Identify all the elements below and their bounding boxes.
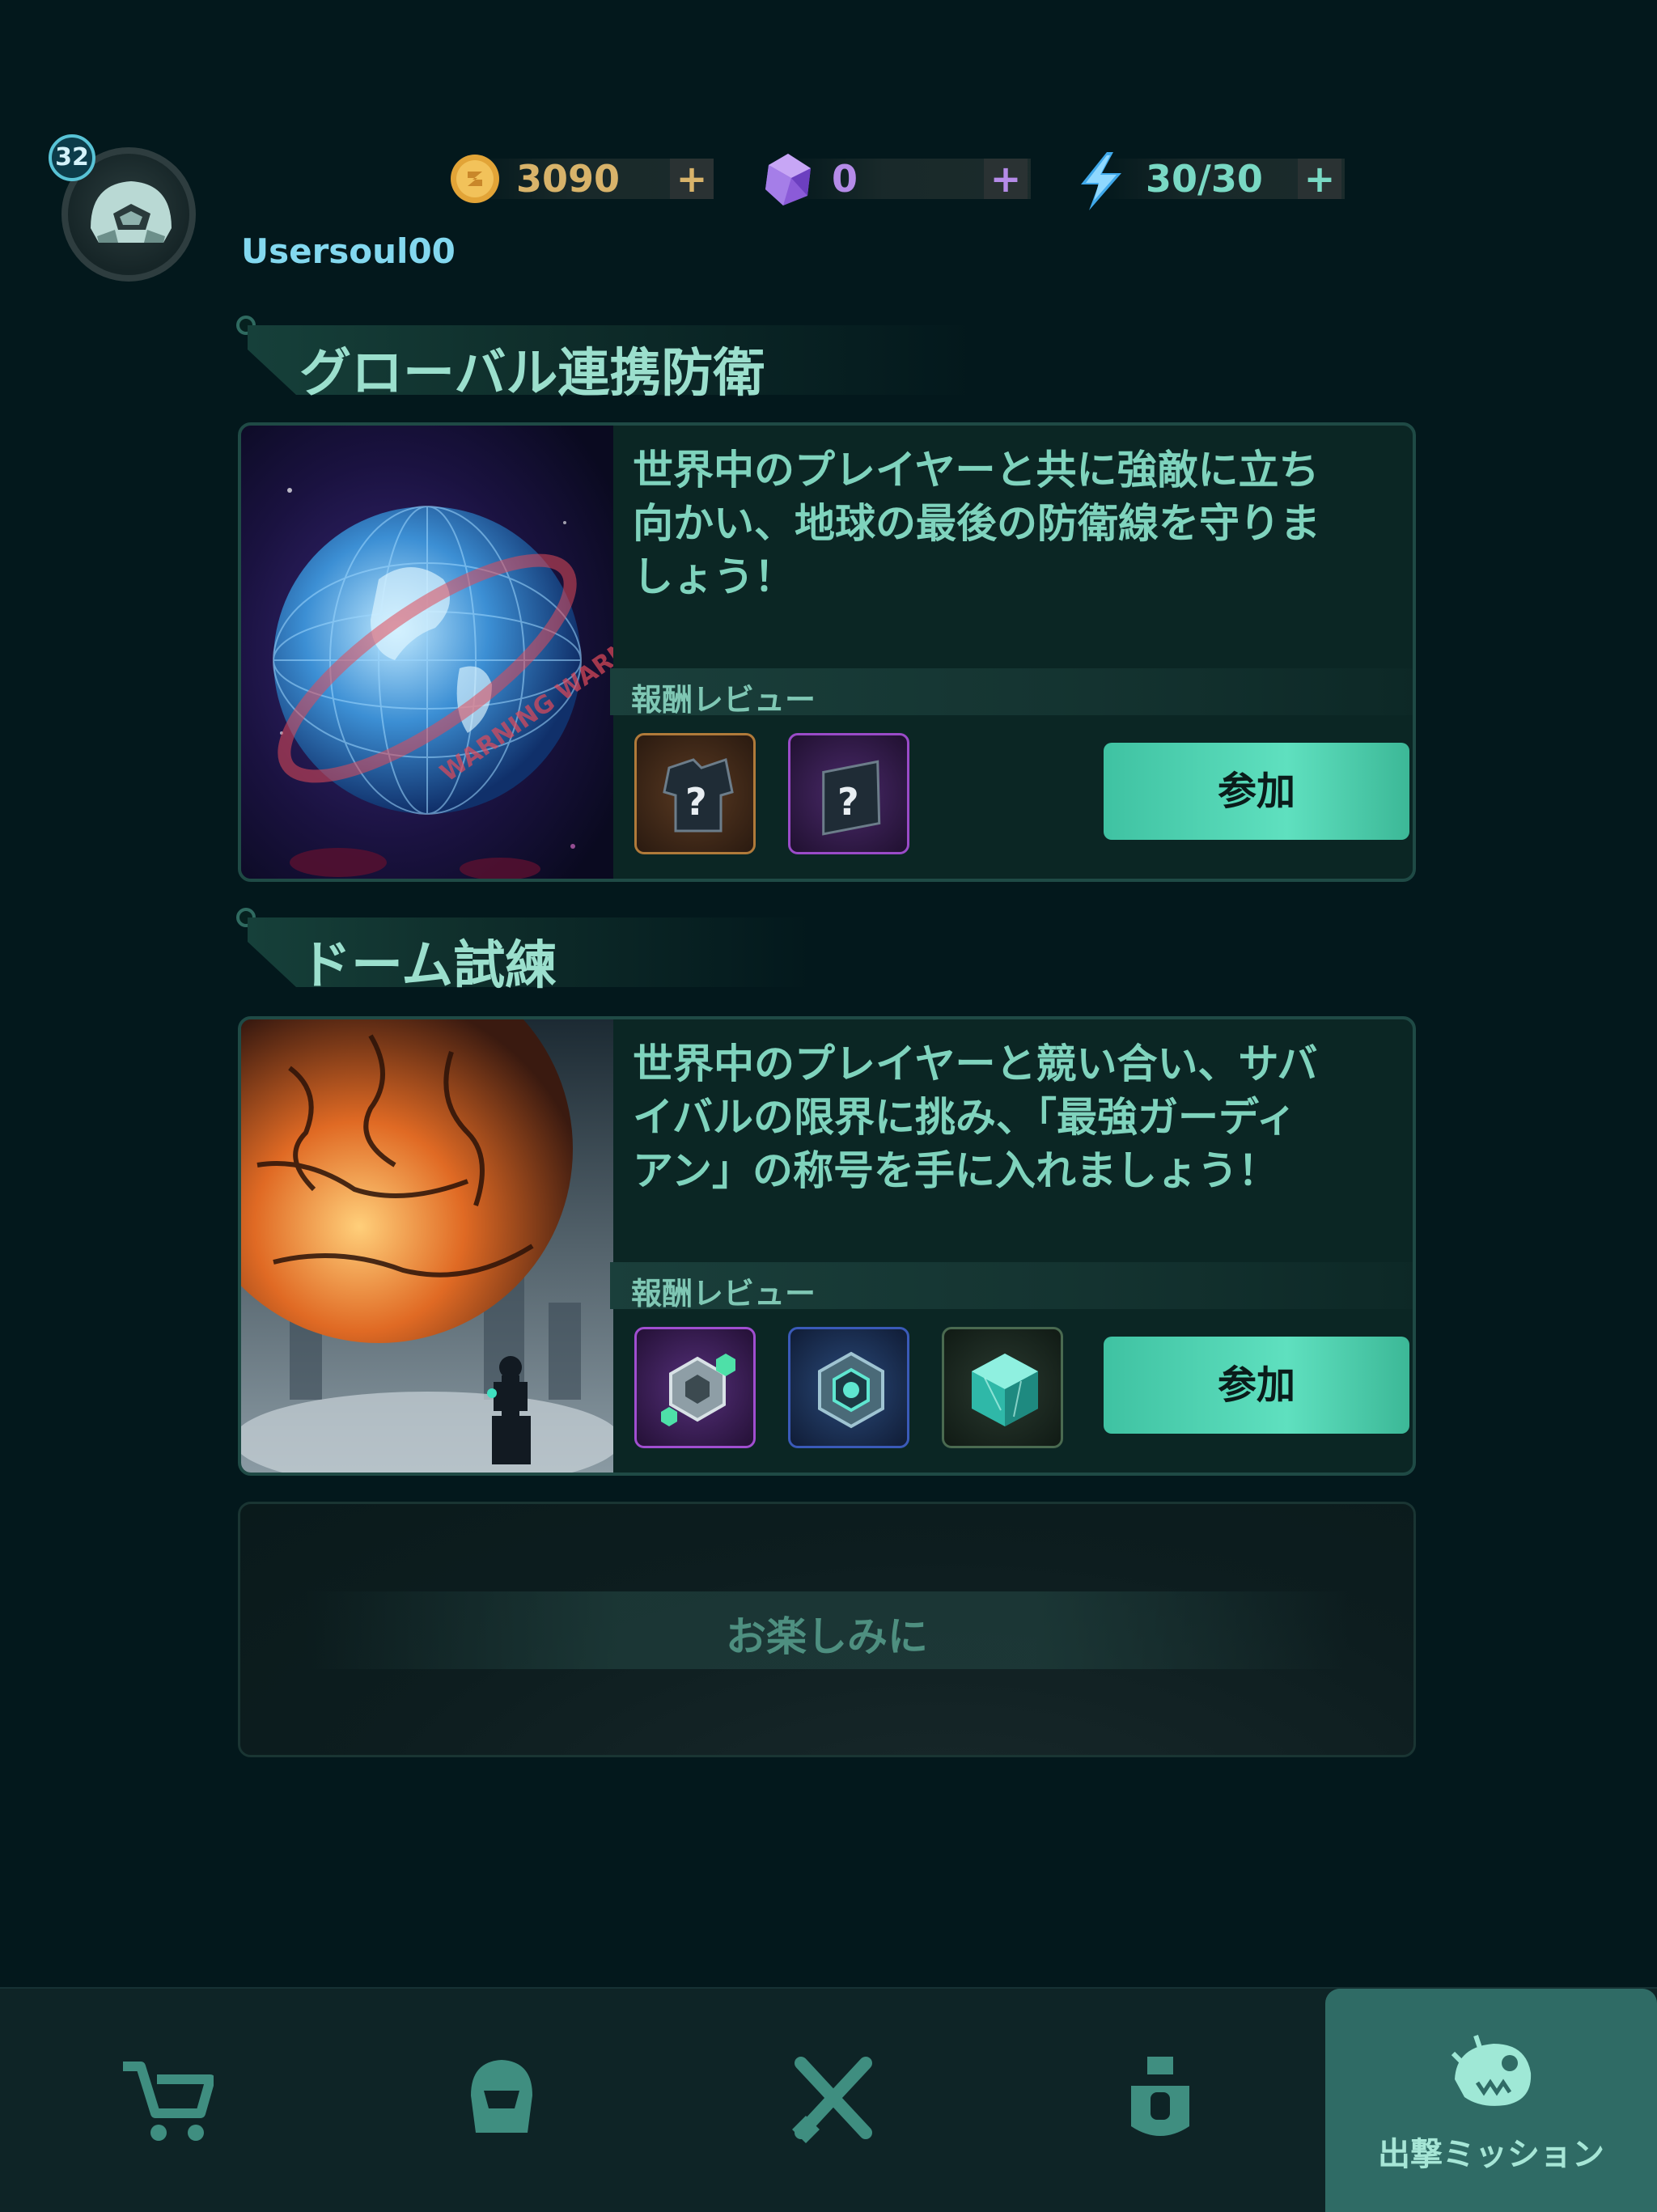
robot-tower-icon xyxy=(1131,2057,1189,2136)
join-button[interactable]: 参加 xyxy=(1104,743,1409,840)
reward-preview-header: 報酬レビュー xyxy=(610,668,1413,718)
purple-gem-icon xyxy=(765,154,811,206)
nav-battle[interactable] xyxy=(663,1989,987,2212)
gold-currency: 3090 + xyxy=(447,150,714,207)
nav-shop[interactable] xyxy=(0,1989,324,2212)
helmet-avatar-icon xyxy=(91,181,172,243)
energy-currency: 30/30 + xyxy=(1074,150,1345,210)
join-button[interactable]: 参加 xyxy=(1104,1337,1409,1434)
burning-dome-art xyxy=(241,1019,621,1473)
nav-character[interactable] xyxy=(332,1989,655,2212)
section-title: ドーム試練 xyxy=(299,936,557,996)
global-defense-card: WARNING WARNING 世界中のプレイヤーと共に強敵に立ち 向かい、地球… xyxy=(238,422,1416,882)
level-badge: 32 xyxy=(49,134,95,181)
gem-amount: 0 xyxy=(832,157,858,201)
nav-sortie-mission[interactable]: 出撃ミッション xyxy=(1325,1989,1657,2212)
coming-soon-label: お楽しみに xyxy=(726,1613,928,1660)
coming-soon-card: お楽しみに xyxy=(238,1502,1416,1757)
svg-text:?: ? xyxy=(685,780,707,824)
monster-icon xyxy=(1451,2035,1532,2106)
hex-core-purple-icon xyxy=(661,1354,735,1426)
dome-trial-card: 世界中のプレイヤーと競い合い、サバ イバルの限界に挑み、「最強ガーディ アン」の… xyxy=(238,1016,1416,1476)
add-gold-button[interactable]: + xyxy=(670,159,714,199)
section-header-dome-trial: ドーム試練 xyxy=(236,908,1013,997)
lightning-icon xyxy=(1081,152,1121,210)
username: Usersoul00 xyxy=(241,231,456,271)
nav-base[interactable] xyxy=(995,1989,1319,2212)
bottom-navigation: 出撃ミッション xyxy=(0,1987,1657,2212)
reward-item[interactable] xyxy=(634,1327,756,1448)
hex-core-blue-icon xyxy=(818,1351,884,1429)
reward-preview-header: 報酬レビュー xyxy=(610,1262,1413,1312)
crossed-swords-icon xyxy=(792,2057,872,2143)
mission-description: 世界中のプレイヤーと共に強敵に立ち 向かい、地球の最後の防衛線を守りま しょう！ xyxy=(633,447,1320,600)
reward-item[interactable]: ? xyxy=(788,733,909,854)
helmet-icon xyxy=(471,2060,532,2133)
reward-item[interactable]: ? xyxy=(634,733,756,854)
section-title: グローバル連携防衛 xyxy=(299,344,765,404)
gold-coin-icon xyxy=(451,155,499,203)
add-energy-button[interactable]: + xyxy=(1298,159,1341,199)
section-header-global-defense: グローバル連携防衛 xyxy=(236,316,1013,405)
mystery-armor-orange-icon: ? xyxy=(663,758,734,833)
mystery-scroll-purple-icon: ? xyxy=(822,760,881,836)
reward-item[interactable] xyxy=(942,1327,1063,1448)
warning-globe-art: WARNING WARNING xyxy=(241,426,676,879)
svg-text:?: ? xyxy=(837,780,859,824)
reward-item[interactable] xyxy=(788,1327,909,1448)
crystal-cube-green-icon xyxy=(972,1354,1038,1426)
energy-amount: 30/30 xyxy=(1146,157,1263,201)
cart-icon xyxy=(123,2062,214,2141)
gem-currency: 0 + xyxy=(759,150,1031,207)
add-gem-button[interactable]: + xyxy=(984,159,1028,199)
gold-amount: 3090 xyxy=(516,157,621,201)
nav-label: 出撃ミッション xyxy=(1378,2136,1604,2173)
mission-description: 世界中のプレイヤーと競い合い、サバ イバルの限界に挑み、「最強ガーディ アン」の… xyxy=(633,1040,1318,1194)
